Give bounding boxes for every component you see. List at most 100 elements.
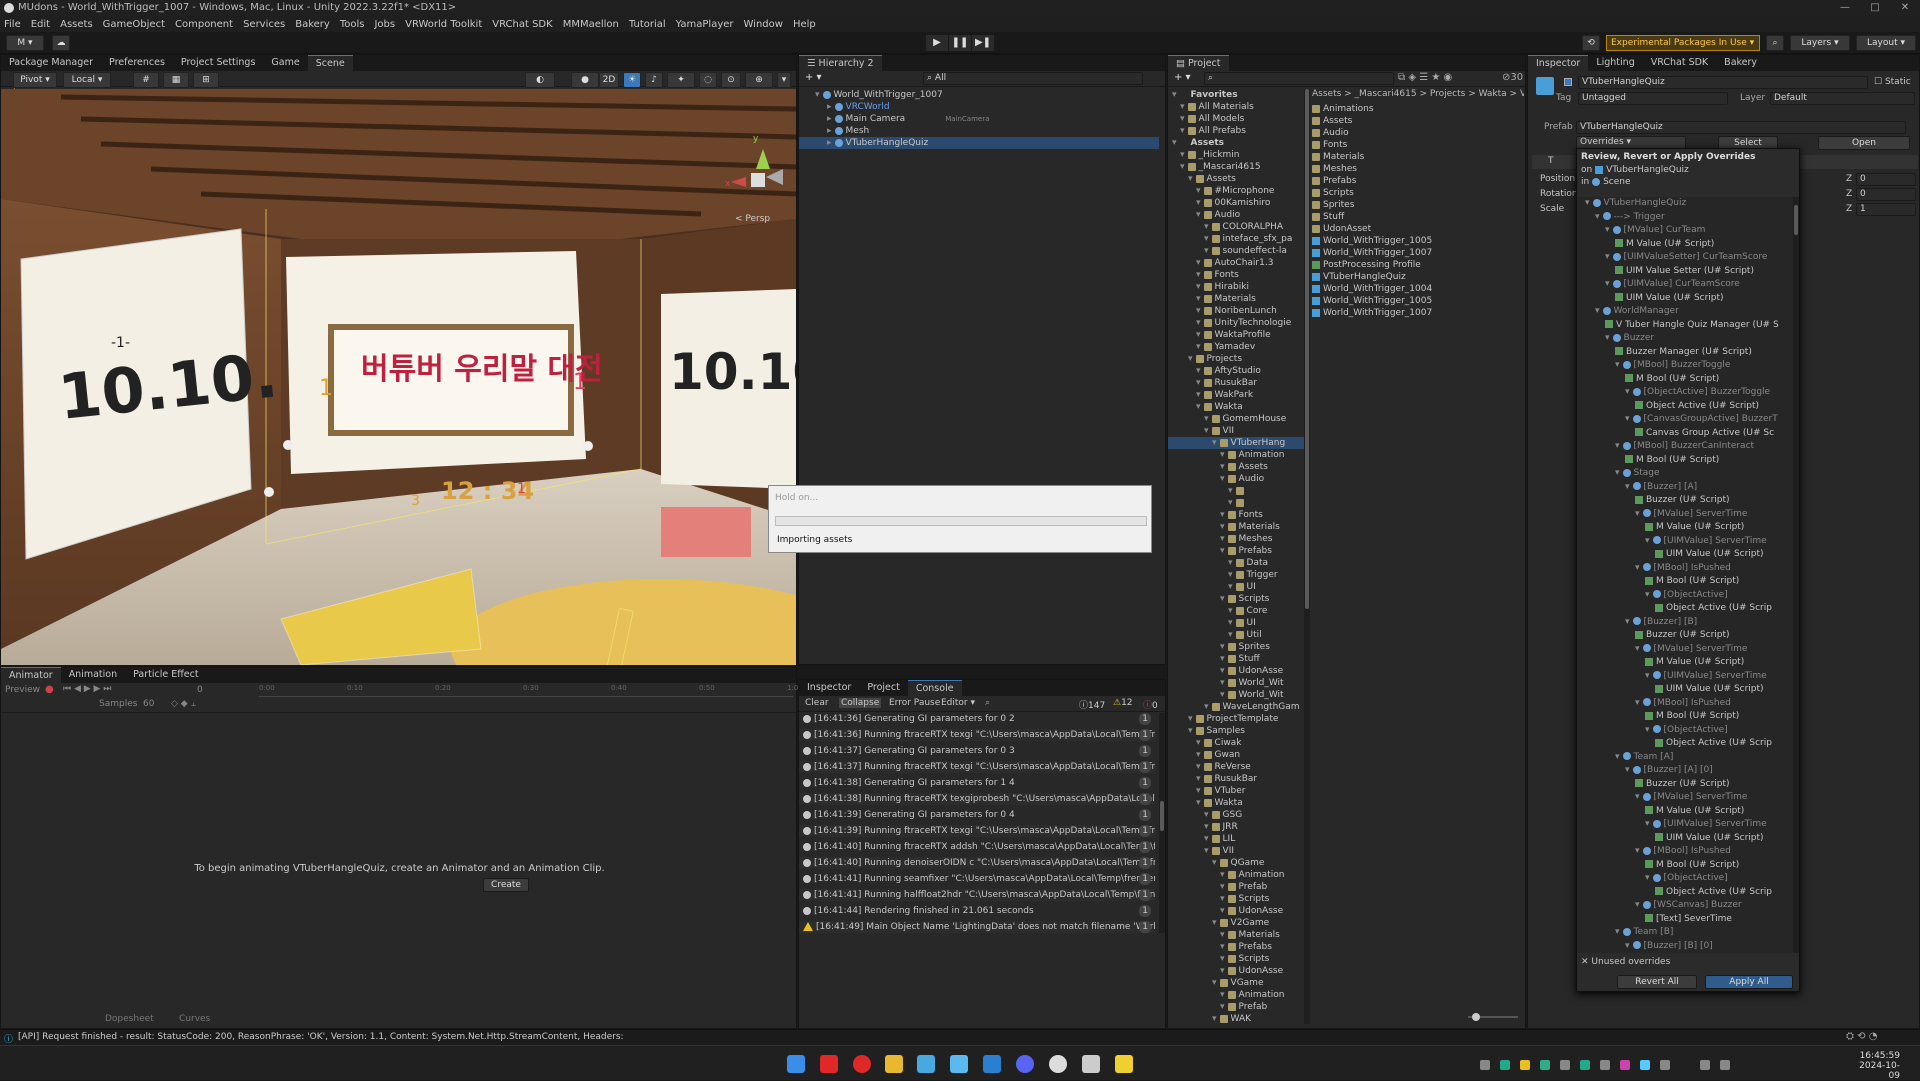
fold-arrow-icon[interactable]: ▾ <box>1204 426 1209 436</box>
step-button[interactable]: ▶❚ <box>972 35 994 51</box>
fold-arrow-icon[interactable]: ▾ <box>1172 90 1177 100</box>
override-tree-item[interactable]: ▾ Team [B] <box>1577 926 1793 938</box>
project-tree-item[interactable]: ▾ VTuberHang <box>1168 437 1304 449</box>
fold-arrow-icon[interactable]: ▾ <box>1196 294 1201 304</box>
snap-increment-icon[interactable]: ⊞ <box>193 72 219 88</box>
tab-project[interactable]: ▤ Project <box>1168 55 1229 71</box>
fold-arrow-icon[interactable]: ▾ <box>1605 279 1610 289</box>
youtube-icon[interactable] <box>820 1055 838 1073</box>
project-tree-item[interactable]: ▾ Materials <box>1168 521 1304 533</box>
unused-overrides-row[interactable]: ✕ Unused overrides <box>1581 957 1670 967</box>
menu-item[interactable]: Edit <box>31 19 50 30</box>
maximize-button[interactable]: □ <box>1860 0 1890 16</box>
project-file-item[interactable]: Materials <box>1312 151 1522 163</box>
fold-arrow-icon[interactable]: ▾ <box>1196 270 1201 280</box>
override-tree-item[interactable]: Object Active (U# Scrip <box>1577 886 1793 898</box>
project-tree-item[interactable]: ▾ All Models <box>1168 113 1304 125</box>
menu-item[interactable]: MMMaellon <box>563 19 619 30</box>
frame-input[interactable]: 0 <box>197 685 203 695</box>
fold-arrow-icon[interactable]: ▾ <box>1188 726 1193 736</box>
project-tree-item[interactable]: ▾ Prefabs <box>1168 545 1304 557</box>
kakaotalk-icon[interactable] <box>1115 1055 1133 1073</box>
console-err-count[interactable]: ⓘ0 <box>1143 698 1158 711</box>
fold-arrow-icon[interactable]: ▾ <box>1180 114 1185 124</box>
console-log-count[interactable]: ⓘ147 <box>1079 698 1105 711</box>
tab-scene-4[interactable]: Scene <box>307 55 353 71</box>
fold-arrow-icon[interactable]: ▾ <box>1196 774 1201 784</box>
project-tree-item[interactable]: ▾ Assets <box>1168 461 1304 473</box>
project-tree-item[interactable]: ▾ Hirabiki <box>1168 281 1304 293</box>
fold-arrow-icon[interactable]: ▾ <box>1595 212 1600 222</box>
fold-arrow-icon[interactable]: ▾ <box>1196 402 1201 412</box>
override-tree-item[interactable]: ▾ [MValue] ServerTime <box>1577 508 1793 520</box>
project-tree-item[interactable]: ▾ Materials <box>1168 293 1304 305</box>
volume-icon[interactable] <box>1720 1060 1730 1070</box>
project-tree-item[interactable]: ▾ #Microphone <box>1168 185 1304 197</box>
fold-arrow-icon[interactable]: ▾ <box>1228 582 1233 592</box>
zoom-slider-handle[interactable] <box>1472 1013 1480 1021</box>
fold-arrow-icon[interactable]: ▾ <box>1220 546 1225 556</box>
fold-arrow-icon[interactable]: ▾ <box>1605 252 1610 262</box>
project-tree-item[interactable]: ▾ inteface_sfx_pa <box>1168 233 1304 245</box>
project-tree-item[interactable]: ▾ VII <box>1168 845 1304 857</box>
fold-arrow-icon[interactable]: ▾ <box>1204 222 1209 232</box>
override-tree-item[interactable]: M Bool (U# Script) <box>1577 454 1793 466</box>
override-tree-item[interactable]: M Value (U# Script) <box>1577 521 1793 533</box>
project-tree-item[interactable]: ▾ Prefab <box>1168 881 1304 893</box>
project-tree-item[interactable]: ▾ Animation <box>1168 869 1304 881</box>
experimental-packages-button[interactable]: Experimental Packages In Use ▾ <box>1606 35 1760 51</box>
project-tree-item[interactable]: ▾ JRR <box>1168 821 1304 833</box>
fold-arrow-icon[interactable]: ▾ <box>1645 725 1650 735</box>
shading-icon[interactable]: ● <box>571 72 599 88</box>
override-tree-item[interactable]: ▾ Buzzer <box>1577 332 1793 344</box>
override-tree-item[interactable]: M Bool (U# Script) <box>1577 710 1793 722</box>
override-tree-item[interactable]: Buzzer (U# Script) <box>1577 629 1793 641</box>
pause-button[interactable]: ❚❚ <box>949 35 971 51</box>
fold-arrow-icon[interactable]: ▾ <box>1220 642 1225 652</box>
project-tree-item[interactable]: ▾ Scripts <box>1168 953 1304 965</box>
console-log-row[interactable]: [16:41:44] Rendering finished in 21.061 … <box>799 905 1155 917</box>
fold-arrow-icon[interactable]: ▾ <box>1645 536 1650 546</box>
override-tree-item[interactable]: V Tuber Hangle Quiz Manager (U# S <box>1577 319 1793 331</box>
fold-arrow-icon[interactable]: ▾ <box>1220 462 1225 472</box>
project-tree-item[interactable]: ▾ All Prefabs <box>1168 125 1304 137</box>
project-tree-item[interactable]: ▾ Meshes <box>1168 533 1304 545</box>
fold-arrow-icon[interactable]: ▾ <box>1196 366 1201 376</box>
project-file-item[interactable]: Fonts <box>1312 139 1522 151</box>
fold-arrow-icon[interactable]: ▾ <box>1595 306 1600 316</box>
project-file-item[interactable]: World_WithTrigger_1007 <box>1312 247 1522 259</box>
fold-arrow-icon[interactable]: ▾ <box>1645 873 1650 883</box>
menu-item[interactable]: GameObject <box>103 19 165 30</box>
override-tree-item[interactable]: [Text] SeverTime <box>1577 913 1793 925</box>
override-tree-item[interactable]: UIM Value Setter (U# Script) <box>1577 265 1793 277</box>
override-tree-item[interactable]: ▾ [MValue] ServerTime <box>1577 643 1793 655</box>
preview-button[interactable]: Preview <box>5 685 40 695</box>
fold-arrow-icon[interactable]: ▾ <box>1220 894 1225 904</box>
fold-arrow-icon[interactable]: ▾ <box>1615 752 1620 762</box>
project-tree-item[interactable]: ▾ UI <box>1168 617 1304 629</box>
project-tree-item[interactable]: ▾ Animation <box>1168 989 1304 1001</box>
project-tree-item[interactable]: ▾ NoribenLunch <box>1168 305 1304 317</box>
menu-item[interactable]: Bakery <box>295 19 330 30</box>
console-log-row[interactable]: [16:41:36] Generating GI parameters for … <box>799 713 1155 725</box>
tag-dropdown[interactable]: Untagged <box>1578 92 1728 105</box>
fold-arrow-icon[interactable]: ▾ <box>1196 318 1201 328</box>
fold-arrow-icon[interactable]: ▾ <box>1212 858 1217 868</box>
fold-arrow-icon[interactable]: ▾ <box>1212 978 1217 988</box>
project-file-item[interactable]: World_WithTrigger_1005 <box>1312 235 1522 247</box>
console-log-row[interactable]: [16:41:49] Main Object Name 'LightingDat… <box>799 921 1155 933</box>
project-tree-item[interactable]: ▾ UdonAsse <box>1168 905 1304 917</box>
project-breadcrumb[interactable]: Assets > _Mascari4615 > Projects > Wakta… <box>1312 89 1524 101</box>
override-tree-item[interactable]: ▾ [UIMValue] CurTeamScore <box>1577 278 1793 290</box>
project-file-item[interactable]: UdonAsset <box>1312 223 1522 235</box>
dopesheet-tab[interactable]: Dopesheet <box>105 1014 154 1024</box>
menu-item[interactable]: File <box>4 19 21 30</box>
override-tree-item[interactable]: ▾ [Buzzer] [B] <box>1577 616 1793 628</box>
project-tree-item[interactable]: ▾ All Materials <box>1168 101 1304 113</box>
fold-arrow-icon[interactable]: ▸ <box>827 138 832 148</box>
menu-item[interactable]: Assets <box>60 19 93 30</box>
override-tree-item[interactable]: ▾ [CanvasGroupActive] BuzzerT <box>1577 413 1793 425</box>
tab-inspector-0[interactable]: Inspector <box>1528 55 1589 71</box>
fold-arrow-icon[interactable]: ▾ <box>1204 246 1209 256</box>
console-log-row[interactable]: [16:41:36] Running ftraceRTX texgi "C:\U… <box>799 729 1155 741</box>
